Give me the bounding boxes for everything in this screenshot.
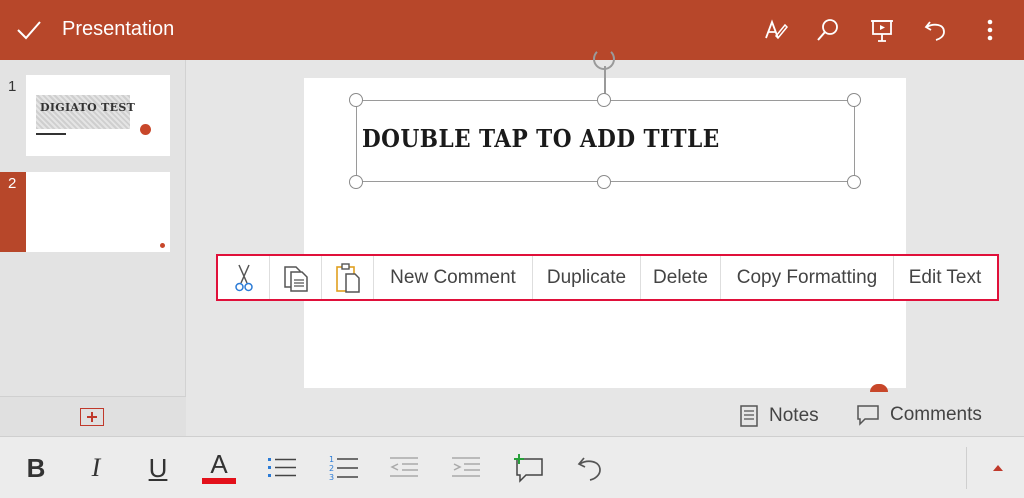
bullet-list-button[interactable] — [264, 451, 300, 485]
decrease-indent-icon — [390, 457, 418, 477]
slide-number-1: 1 — [8, 78, 17, 95]
toolbar-divider — [966, 447, 967, 489]
pen-format-icon[interactable] — [760, 16, 788, 44]
paste-icon — [335, 262, 360, 293]
cut-button[interactable] — [218, 256, 270, 299]
underline-label: U — [148, 452, 168, 483]
context-menu: New Comment Duplicate Delete Copy Format… — [216, 254, 999, 301]
copy-icon — [283, 265, 308, 292]
expand-toolbar-button[interactable] — [980, 451, 1016, 485]
bullet-list-icon — [268, 458, 296, 477]
scissors-icon — [234, 264, 253, 291]
present-slideshow-icon[interactable] — [868, 16, 896, 44]
edit-text-button[interactable]: Edit Text — [894, 256, 996, 299]
paste-button[interactable] — [322, 256, 374, 299]
thumbnail-underline — [36, 133, 66, 135]
numbered-list-button[interactable]: 1 2 3 — [326, 451, 362, 485]
increase-indent-button[interactable] — [448, 451, 484, 485]
slide-thumbnail-2[interactable] — [26, 172, 170, 252]
bold-button[interactable]: B — [18, 451, 54, 485]
copy-button[interactable] — [270, 256, 322, 299]
svg-text:1: 1 — [329, 455, 334, 464]
duplicate-button[interactable]: Duplicate — [533, 256, 641, 299]
thumbnail-title: DIGIATO TEST — [40, 101, 136, 114]
caret-up-icon — [993, 465, 1003, 471]
add-slide-icon — [80, 408, 104, 426]
resize-handle-bottom[interactable] — [597, 175, 611, 189]
undo-toolbar-button[interactable] — [572, 451, 608, 485]
notes-label: Notes — [769, 405, 819, 426]
slide-title-placeholder[interactable]: DOUBLE TAP TO ADD TITLE — [362, 124, 720, 153]
search-icon[interactable] — [814, 16, 842, 44]
increase-indent-icon — [452, 457, 480, 477]
checkmark-icon[interactable] — [16, 18, 42, 42]
font-color-swatch — [202, 478, 236, 484]
font-color-label: A — [210, 449, 228, 479]
new-comment-toolbar-button[interactable] — [510, 451, 546, 485]
slide-thumbnails-panel: 1 DIGIATO TEST 2 — [0, 60, 186, 436]
resize-handle-top[interactable] — [597, 93, 611, 107]
numbered-list-icon: 1 2 3 — [329, 455, 358, 482]
slide-thumbnail-1[interactable]: DIGIATO TEST — [26, 75, 170, 156]
format-toolbar: B I U A 1 2 3 — [0, 436, 1024, 498]
comment-icon — [857, 405, 879, 426]
undo-icon — [577, 457, 601, 481]
copy-formatting-button[interactable]: Copy Formatting — [721, 256, 894, 299]
thumbnail-accent-dot — [140, 124, 151, 135]
italic-label: I — [91, 453, 101, 482]
svg-text:3: 3 — [329, 473, 334, 482]
slide-number-2: 2 — [8, 175, 17, 192]
notes-icon — [740, 405, 758, 427]
resize-handle-bottom-right[interactable] — [847, 175, 861, 189]
comments-label: Comments — [890, 404, 982, 425]
font-color-button[interactable]: A — [201, 451, 237, 485]
comments-button[interactable]: Comments — [856, 404, 982, 426]
svg-text:2: 2 — [329, 464, 334, 473]
more-options-icon[interactable] — [976, 16, 1004, 44]
bold-label: B — [26, 452, 46, 483]
undo-icon[interactable] — [922, 16, 950, 44]
italic-button[interactable]: I — [78, 451, 114, 485]
notes-comments-bar: Notes Comments — [186, 396, 1024, 436]
thumbnail-accent-dot — [160, 243, 165, 248]
top-app-bar: Presentation — [0, 0, 1024, 60]
add-slide-button[interactable] — [0, 396, 186, 436]
resize-handle-top-left[interactable] — [349, 93, 363, 107]
new-comment-button[interactable]: New Comment — [374, 256, 533, 299]
app-title: Presentation — [62, 18, 175, 40]
resize-handle-bottom-left[interactable] — [349, 175, 363, 189]
add-comment-icon — [514, 454, 543, 483]
decrease-indent-button[interactable] — [386, 451, 422, 485]
notes-button[interactable]: Notes — [739, 404, 819, 428]
slide-accent-dot — [870, 384, 888, 392]
delete-button[interactable]: Delete — [641, 256, 721, 299]
resize-handle-top-right[interactable] — [847, 93, 861, 107]
underline-button[interactable]: U — [140, 451, 176, 485]
